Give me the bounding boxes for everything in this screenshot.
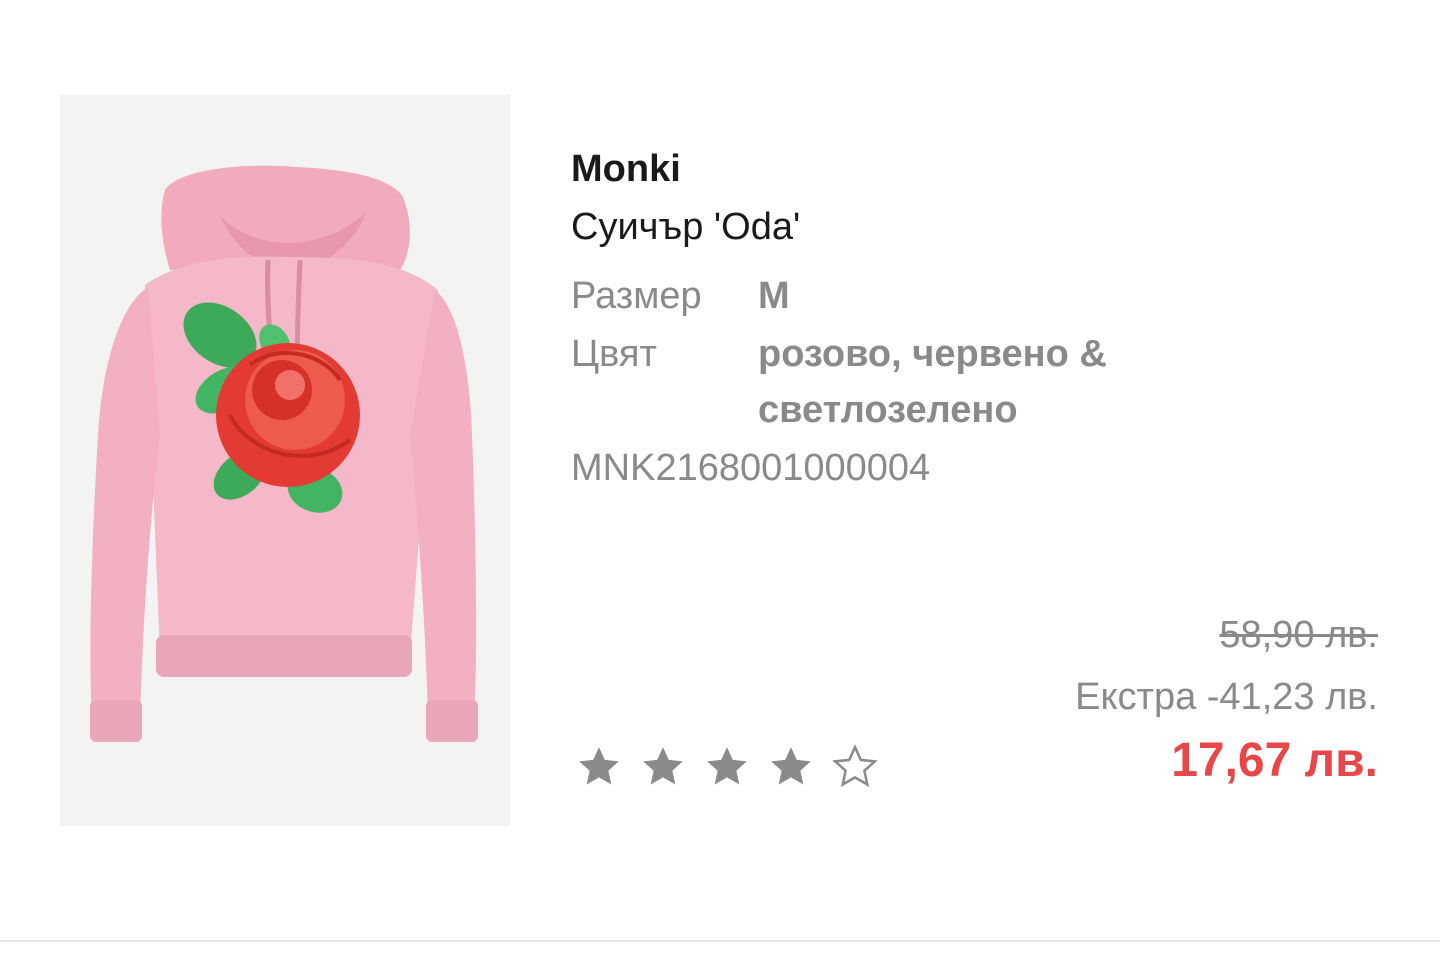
size-label: Размер — [571, 275, 702, 317]
original-price: 58,90 лв. — [1219, 614, 1378, 656]
hoodie-illustration — [90, 165, 478, 742]
divider — [0, 940, 1440, 942]
product-card[interactable]: Monki Суичър 'Oda' Размер M Цвят розово,… — [0, 0, 1440, 941]
brand-name[interactable]: Monki — [571, 140, 1218, 198]
product-image[interactable] — [60, 95, 510, 826]
color-value: розово, червено & светлозелено — [758, 333, 1107, 431]
extra-discount: Екстра -41,23 лв. — [1075, 676, 1378, 718]
product-attributes: Размер M Цвят розово, червено & светлозе… — [571, 268, 1218, 438]
price-block: 58,90 лв. Екстра -41,23 лв. 17,67 лв. — [1075, 604, 1378, 794]
filled-star-icon — [643, 747, 683, 785]
product-name[interactable]: Суичър 'Oda' — [571, 198, 1218, 256]
color-label: Цвят — [571, 333, 657, 375]
size-value: M — [758, 275, 790, 317]
product-info: Monki Суичър 'Oda' Размер M Цвят розово,… — [571, 140, 1218, 496]
filled-star-icon — [771, 747, 811, 785]
rating-stars — [574, 742, 880, 792]
product-sku: MNK2168001000004 — [571, 447, 931, 489]
filled-star-icon — [579, 747, 619, 785]
filled-star-icon — [707, 747, 747, 785]
empty-star-icon — [832, 744, 878, 787]
final-price: 17,67 лв. — [1171, 734, 1378, 787]
